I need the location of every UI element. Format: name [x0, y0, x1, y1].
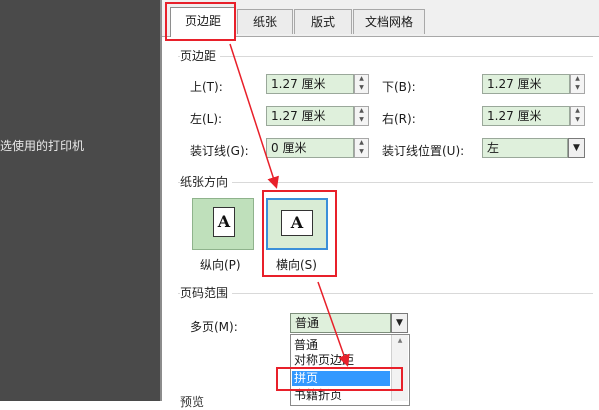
arrow-to-option — [317, 281, 350, 367]
arrow-to-landscape — [229, 43, 279, 189]
annotation-arrows — [229, 43, 350, 367]
